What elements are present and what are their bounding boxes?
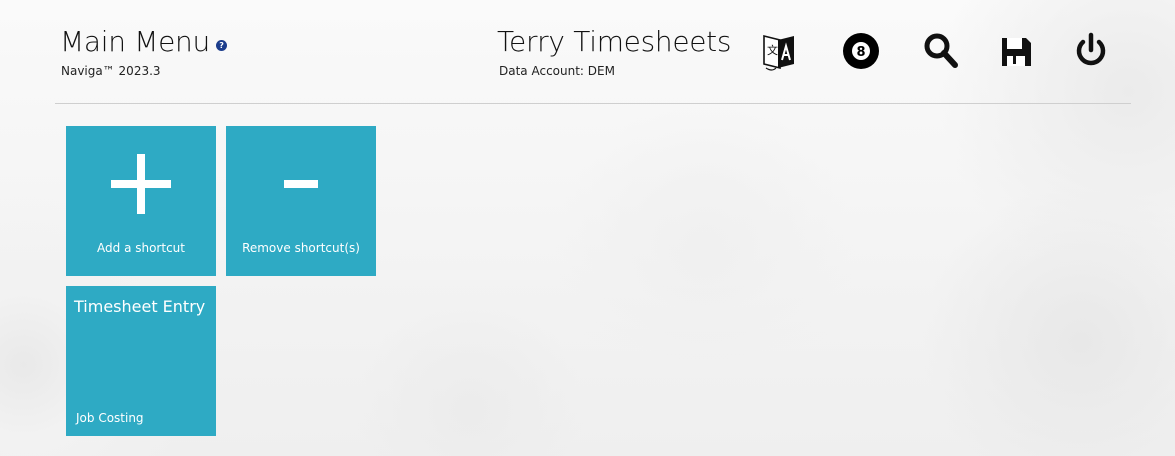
timesheet-entry-title: Timesheet Entry: [74, 297, 206, 316]
svg-text:文: 文: [767, 43, 778, 57]
page-title-text: Main Menu: [60, 25, 210, 58]
minus-icon: [284, 180, 318, 188]
remove-shortcut-label: Remove shortcut(s): [242, 241, 360, 255]
power-icon: [1076, 32, 1106, 66]
timesheet-entry-subtitle: Job Costing: [76, 411, 144, 425]
power-button[interactable]: [1070, 30, 1112, 72]
header-divider: [55, 103, 1131, 104]
version-text: Naviga™ 2023.3: [61, 64, 161, 78]
add-shortcut-label: Add a shortcut: [97, 241, 185, 255]
eight-ball-button[interactable]: 8: [840, 30, 882, 72]
save-disk-icon: [1002, 38, 1031, 66]
page-title: Main Menu?: [60, 25, 227, 58]
eight-ball-icon: 8: [843, 33, 879, 69]
data-account: Data Account: DEM: [499, 64, 615, 78]
search-button[interactable]: [920, 30, 962, 72]
save-button[interactable]: [995, 30, 1037, 72]
plus-icon: [111, 154, 171, 214]
timesheet-entry-tile[interactable]: Timesheet Entry Job Costing: [66, 286, 216, 436]
search-icon: [924, 33, 958, 68]
language-button[interactable]: 文: [758, 30, 800, 72]
add-shortcut-tile[interactable]: Add a shortcut: [66, 126, 216, 276]
svg-text:8: 8: [856, 45, 865, 60]
user-name: Terry Timesheets: [497, 25, 732, 58]
remove-shortcut-tile[interactable]: Remove shortcut(s): [226, 126, 376, 276]
language-translate-icon: 文: [763, 34, 794, 71]
help-icon[interactable]: ?: [215, 39, 227, 51]
